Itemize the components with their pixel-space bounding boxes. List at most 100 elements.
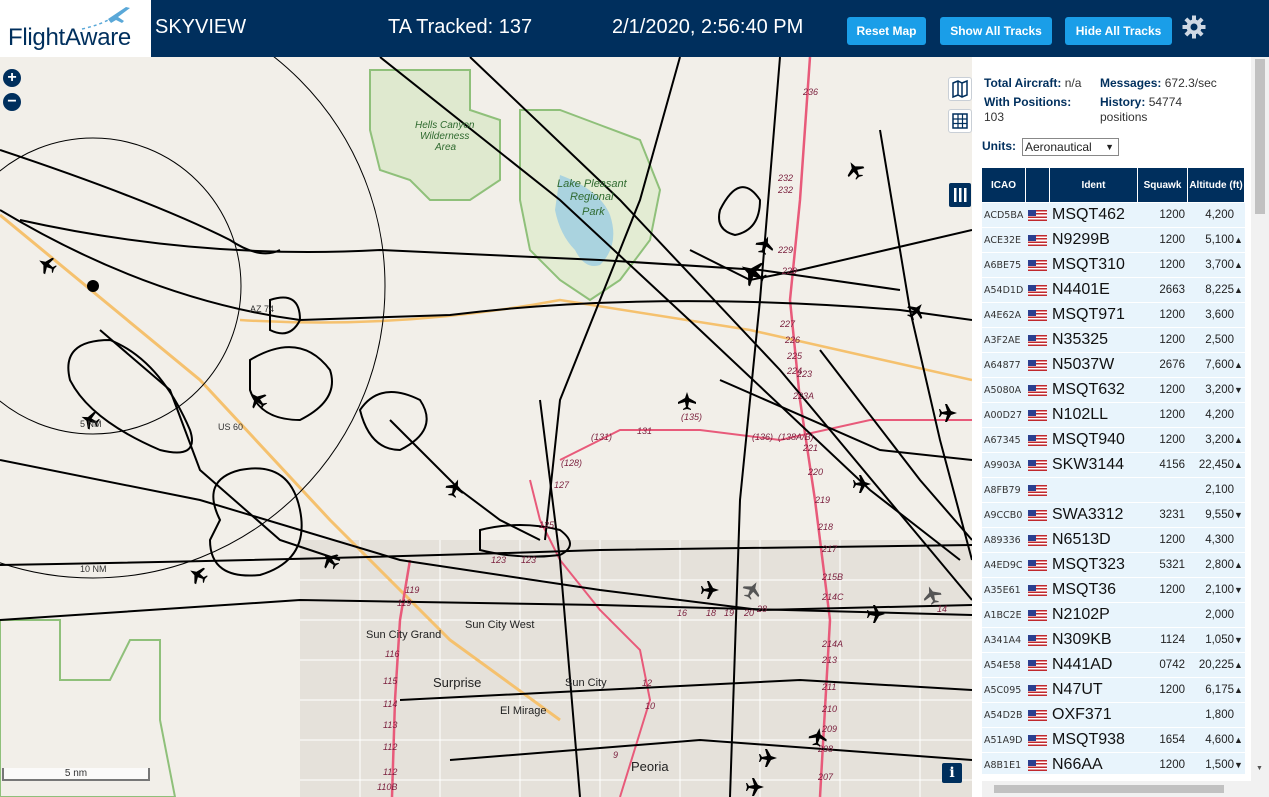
messages-stat: Messages: 672.3/sec (1100, 76, 1217, 90)
ident-cell: N47UT (1052, 681, 1103, 698)
altitude-cell: 3,200▲ (1188, 428, 1245, 452)
route-label: 19 (724, 608, 734, 618)
flightaware-logo[interactable]: FlightAware (0, 0, 151, 57)
table-row[interactable]: ACE32E N9299B 1200 5,100▲ (982, 228, 1245, 252)
column-header-ident[interactable]: Ident (1050, 168, 1138, 202)
table-row[interactable]: A00D27 N102LL 1200 4,200 (982, 403, 1245, 427)
route-label: 223A (792, 391, 814, 401)
gear-icon[interactable] (1181, 14, 1207, 40)
table-row[interactable]: A6BE75 MSQT310 1200 3,700▲ (982, 253, 1245, 277)
show-all-tracks-button[interactable]: Show All Tracks (940, 17, 1052, 45)
map-canvas[interactable]: Hells Canyon Wilderness Area Lake Pleasa… (0, 57, 972, 797)
route-label: 16 (677, 608, 687, 618)
flag-cell (1026, 403, 1050, 427)
aircraft-table-container: ICAO Ident Squawk Altitude (ft) ACD5BA MS… (982, 167, 1247, 774)
table-row[interactable]: A8B1E1 N66AA 1200 1,500▼ (982, 753, 1245, 774)
route-label: 214C (821, 592, 844, 602)
table-row[interactable]: A5C095 N47UT 1200 6,175▲ (982, 678, 1245, 702)
flag-cell (1026, 528, 1050, 552)
zoom-out-icon[interactable]: − (3, 93, 21, 111)
info-icon[interactable]: i (942, 763, 962, 783)
place-label: Regional (570, 191, 614, 203)
altitude-cell: 1,050▼ (1188, 628, 1245, 652)
table-row[interactable]: A89336 N6513D 1200 4,300 (982, 528, 1245, 552)
table-row[interactable]: A35E61 MSQT36 1200 2,100▼ (982, 578, 1245, 602)
altitude-cell: 7,600▲ (1188, 353, 1245, 377)
altitude-value: 3,200 (1205, 434, 1234, 446)
column-header-icao[interactable]: ICAO (982, 168, 1026, 202)
table-row[interactable]: A9CCB0 SWA3312 3231 9,550▼ (982, 503, 1245, 527)
units-select[interactable]: Aeronautical ▼ (1022, 138, 1119, 156)
squawk-cell (1138, 478, 1188, 502)
us-flag-icon (1028, 584, 1047, 596)
flag-cell (1026, 728, 1050, 752)
map-layers-icon[interactable] (948, 77, 972, 101)
route-label: 114 (383, 699, 397, 709)
table-row[interactable]: A5080A MSQT632 1200 3,200▼ (982, 378, 1245, 402)
table-row[interactable]: A51A9D MSQT938 1654 4,600▲ (982, 728, 1245, 752)
table-row[interactable]: A64877 N5037W 2676 7,600▲ (982, 353, 1245, 377)
table-row[interactable]: A54E58 N441AD 0742 20,225▲ (982, 653, 1245, 677)
route-label: 223 (796, 369, 812, 379)
icao-cell: ACD5BA (984, 209, 1024, 221)
table-row[interactable]: A4E62A MSQT971 1200 3,600 (982, 303, 1245, 327)
flag-cell (1026, 378, 1050, 402)
squawk-cell: 1200 (1159, 334, 1185, 346)
zoom-in-icon[interactable]: + (3, 69, 21, 87)
table-row[interactable]: A9903A SKW3144 4156 22,450▲ (982, 453, 1245, 477)
column-header-squawk[interactable]: Squawk (1138, 168, 1188, 202)
us-flag-icon (1028, 609, 1047, 621)
icao-cell: A54D1D (984, 284, 1024, 296)
icao-cell: A1BC2E (984, 609, 1022, 621)
altitude-trend: ▲ (1234, 360, 1243, 370)
map-svg: Hells Canyon Wilderness Area Lake Pleasa… (0, 57, 972, 797)
table-row[interactable]: A54D2B OXF371 1,800 (982, 703, 1245, 727)
route-label: 116 (385, 649, 399, 659)
column-header-altitude[interactable]: Altitude (ft) (1188, 168, 1245, 202)
table-row[interactable]: A8FB79 2,100 (982, 478, 1245, 502)
hide-all-tracks-button[interactable]: Hide All Tracks (1065, 17, 1172, 45)
table-row[interactable]: A3F2AE N35325 1200 2,500 (982, 328, 1245, 352)
ident-cell: OXF371 (1052, 706, 1112, 723)
table-row[interactable]: A54D1D N4401E 2663 8,225▲ (982, 278, 1245, 302)
reset-map-button[interactable]: Reset Map (847, 17, 926, 45)
table-row[interactable]: A67345 MSQT940 1200 3,200▲ (982, 428, 1245, 452)
ident-cell: MSQT310 (1052, 256, 1125, 273)
aircraft-icon (445, 479, 464, 498)
columns-icon[interactable] (949, 183, 971, 207)
place-label: Area (434, 142, 457, 153)
aircraft-icon (251, 393, 268, 410)
vertical-scrollbar[interactable]: ▲ ▼ (1251, 57, 1269, 797)
ident-cell: SWA3312 (1052, 506, 1124, 523)
units-label: Units: (982, 139, 1016, 153)
altitude-trend: ▲ (1234, 235, 1243, 245)
icao-cell: A4E62A (984, 309, 1022, 321)
squawk-cell (1138, 603, 1188, 627)
flag-cell (1026, 478, 1050, 502)
squawk-cell: 2676 (1159, 359, 1185, 371)
ident-cell: N102LL (1052, 406, 1109, 423)
icao-cell: A8B1E1 (984, 759, 1022, 771)
grid-icon[interactable] (948, 109, 972, 133)
table-row[interactable]: A341A4 N309KB 1124 1,050▼ (982, 628, 1245, 652)
ident-cell: MSQT632 (1052, 381, 1125, 398)
aircraft-table-body: ACD5BA MSQT462 1200 4,200 ACE32E N9299B 1200 5,… (982, 203, 1245, 774)
squawk-cell: 1200 (1159, 259, 1185, 271)
table-row[interactable]: A1BC2E N2102P 2,000 (982, 603, 1245, 627)
horizontal-scrollbar[interactable] (982, 781, 1251, 797)
column-header-flag[interactable] (1026, 168, 1050, 202)
scrollbar-thumb[interactable] (994, 785, 1224, 793)
altitude-value: 4,200 (1205, 409, 1234, 421)
scrollbar-thumb[interactable] (1255, 59, 1265, 214)
route-label: 236 (802, 87, 818, 97)
altitude-value: 8,225 (1205, 284, 1234, 296)
altitude-trend: ▲ (1234, 435, 1243, 445)
scroll-down-icon[interactable]: ▼ (1256, 765, 1263, 772)
icao-cell: A00D27 (984, 409, 1022, 421)
table-row[interactable]: ACD5BA MSQT462 1200 4,200 (982, 203, 1245, 227)
ident-cell: MSQT971 (1052, 306, 1125, 323)
route-label: 131 (637, 426, 652, 436)
altitude-cell: 3,700▲ (1188, 253, 1245, 277)
table-row[interactable]: A4ED9C MSQT323 5321 2,800▲ (982, 553, 1245, 577)
altitude-cell: 1,800 (1188, 703, 1245, 727)
